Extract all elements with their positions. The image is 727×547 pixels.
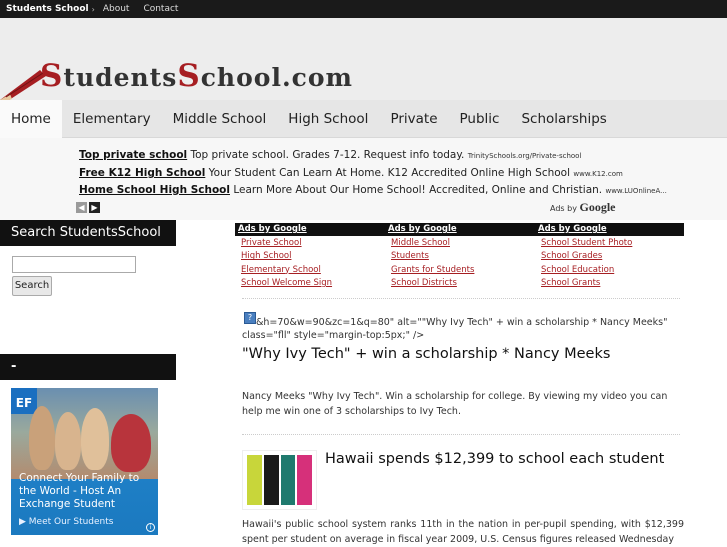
search-input[interactable] [12, 256, 136, 273]
ad-url[interactable]: www.LUOnlineA... [605, 187, 666, 195]
ad-link[interactable]: School Grants [541, 277, 684, 290]
ad-prev-button[interactable]: ◀ [76, 202, 87, 213]
search-button[interactable]: Search [12, 276, 52, 296]
about-link[interactable]: About [103, 4, 130, 14]
sidebar-widget-heading: - [0, 354, 176, 380]
ad-link[interactable]: Middle School [391, 237, 535, 250]
post-thumbnail[interactable] [242, 450, 317, 510]
meet-students-link[interactable]: ▶ Meet Our Students [19, 517, 113, 527]
nav-elementary[interactable]: Elementary [62, 100, 162, 138]
ad-link[interactable]: Students [391, 250, 535, 263]
top-bar: Students School › About Contact [0, 0, 727, 18]
post-title[interactable]: "Why Ivy Tech" + win a scholarship * Nan… [242, 346, 610, 362]
site-logo[interactable]: StudentsSchool.com [40, 58, 353, 94]
ef-logo: EF [11, 388, 37, 414]
text-ad-strip: Top private school Top private school. G… [0, 138, 727, 220]
color-stripe [297, 455, 312, 505]
ad-line[interactable]: Free K12 High School Your Student Can Le… [79, 167, 623, 179]
color-stripe [280, 455, 296, 505]
ads-by-google-label[interactable]: Ads by Google [550, 200, 615, 215]
ad-link[interactable]: School Grades [541, 250, 684, 263]
ad-line[interactable]: Home School High School Learn More About… [79, 184, 667, 196]
nav-private[interactable]: Private [379, 100, 448, 138]
ad-text: Top private school. Grades 7-12. Request… [187, 149, 468, 161]
divider [242, 434, 680, 435]
ad-photo-person [55, 412, 81, 470]
ad-title[interactable]: Top private school [79, 149, 187, 161]
site-header: StudentsSchool.com [0, 18, 727, 102]
nav-scholarships[interactable]: Scholarships [510, 100, 617, 138]
ads-by-google-header[interactable]: Ads by Google [535, 223, 684, 236]
post-excerpt: Hawaii's public school system ranks 11th… [242, 519, 684, 545]
ad-url[interactable]: TrinitySchools.org/Private-school [468, 152, 582, 160]
ad-text: Your Student Can Learn At Home. K12 Accr… [205, 167, 574, 179]
ad-title[interactable]: Home School High School [79, 184, 230, 196]
ad-title[interactable]: Free K12 High School [79, 167, 205, 179]
ad-photo-person [111, 414, 151, 472]
ef-ad-text: Connect Your Family to the World - Host … [19, 472, 140, 510]
ad-link[interactable]: School Districts [391, 277, 535, 290]
divider [242, 298, 680, 299]
ad-pager: ◀ ▶ [76, 202, 100, 213]
ad-link[interactable]: School Student Photo [541, 237, 684, 250]
nav-high-school[interactable]: High School [277, 100, 379, 138]
contact-link[interactable]: Contact [143, 4, 178, 14]
ad-link[interactable]: School Education [541, 264, 684, 277]
color-stripe [247, 455, 262, 505]
site-brand-link[interactable]: Students School [0, 4, 89, 14]
ad-next-button[interactable]: ▶ [89, 202, 100, 213]
ad-url[interactable]: www.K12.com [573, 170, 622, 178]
ad-link[interactable]: High School [241, 250, 385, 263]
nav-middle-school[interactable]: Middle School [162, 100, 278, 138]
color-stripe [263, 455, 279, 505]
ad-link[interactable]: Grants for Students [391, 264, 535, 277]
ef-exchange-ad[interactable]: EF Connect Your Family to the World - Ho… [11, 388, 158, 535]
ads-by-google-header[interactable]: Ads by Google [235, 223, 385, 236]
ad-photo-person [81, 408, 109, 470]
raw-image-markup-text: &h=70&w=90&zc=1&q=80" alt=""Why Ivy Tech… [242, 317, 668, 341]
ad-link[interactable]: Elementary School [241, 264, 385, 277]
nav-public[interactable]: Public [449, 100, 511, 138]
chevron-right-icon: › [91, 4, 95, 14]
post-excerpt: Nancy Meeks "Why Ivy Tech". Win a schola… [242, 391, 668, 417]
ad-link[interactable]: School Welcome Sign [241, 277, 385, 290]
search-heading: Search StudentsSchool [0, 220, 176, 246]
ad-line[interactable]: Top private school Top private school. G… [79, 149, 581, 161]
ad-column: Ads by Google School Student Photo Schoo… [535, 223, 684, 290]
ad-column: Ads by Google Private School High School… [235, 223, 385, 290]
ads-by-google-header[interactable]: Ads by Google [385, 223, 535, 236]
nav-home[interactable]: Home [0, 99, 62, 138]
ad-text: Learn More About Our Home School! Accred… [229, 184, 606, 196]
ad-link[interactable]: Private School [241, 237, 385, 250]
post-title[interactable]: Hawaii spends $12,399 to school each stu… [325, 451, 664, 467]
ad-photo-person [29, 406, 55, 470]
info-icon[interactable]: i [146, 523, 155, 532]
main-nav: Home Elementary Middle School High Schoo… [0, 99, 727, 138]
ad-column: Ads by Google Middle School Students Gra… [385, 223, 535, 290]
